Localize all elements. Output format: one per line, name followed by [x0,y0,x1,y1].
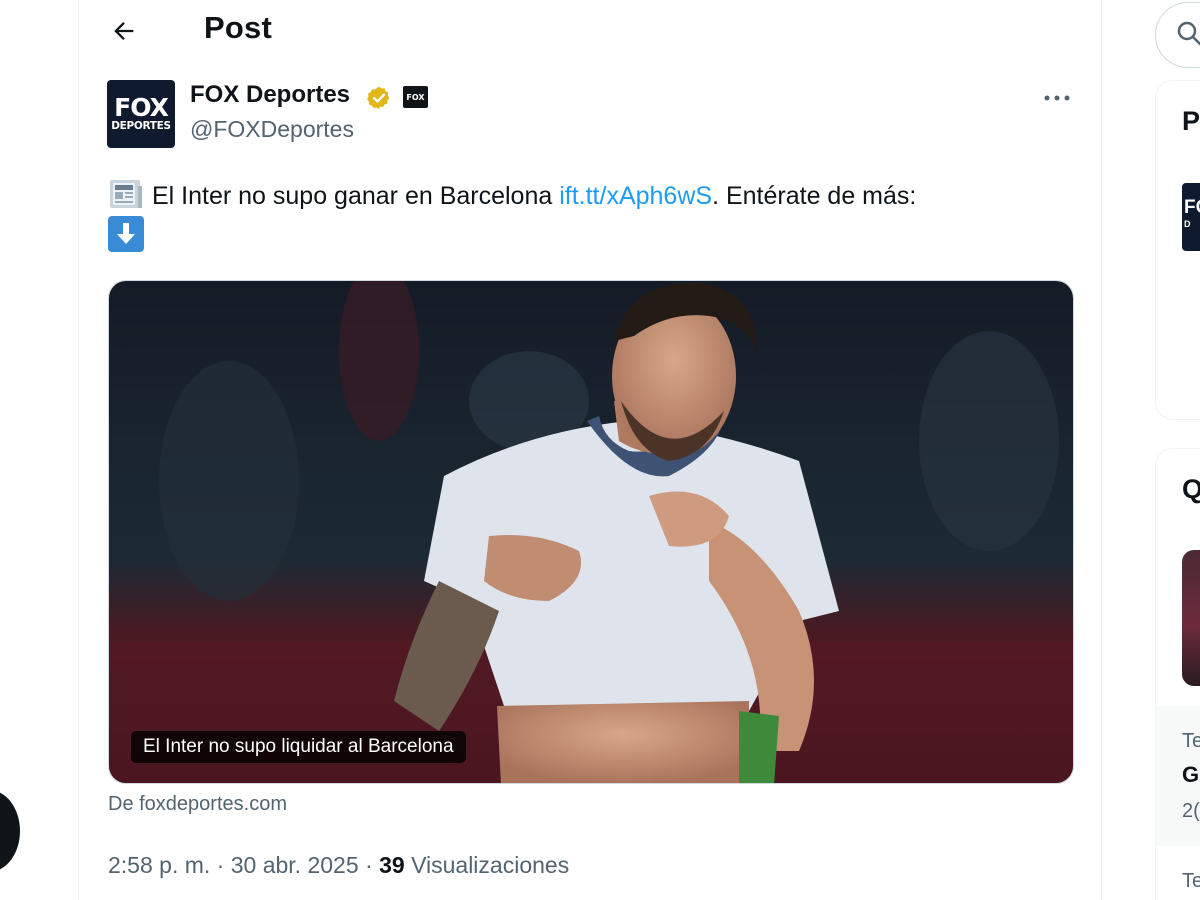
more-dots-icon [1044,95,1070,101]
back-button[interactable] [105,12,143,50]
app-page: Post FOX DEPORTES FOX Deportes FOX @FOXD… [0,0,1200,900]
author-handle[interactable]: @FOXDeportes [190,116,354,143]
post-date[interactable]: 30 abr. 2025 [231,852,359,878]
avatar-logo-text: FOX [114,93,169,122]
sidebar-panel2-title: Q [1182,474,1200,504]
post-link[interactable]: ift.tt/xAph6wS [559,182,712,210]
media-caption: El Inter no supo liquidar al Barcelona [131,731,466,763]
meta-separator: · [216,852,225,878]
sidebar-thumb-logo-sub: D [1184,219,1191,229]
avatar-logo-subtext: DEPORTES [111,120,171,132]
post-meta: 2:58 p. m. · 30 abr. 2025 · 39 Visualiza… [108,852,569,879]
trend-meta-2: Te [1182,870,1200,892]
trend-subtext: 2( [1182,800,1200,822]
post-text-part2: . Entérate de más: [712,182,917,210]
verified-badge-icon [367,86,390,110]
search-icon [1177,21,1200,46]
back-arrow-icon [114,22,134,40]
sidebar-thumbnail[interactable]: FOX D [1182,183,1200,251]
more-options-button[interactable] [1037,83,1077,113]
trend-meta: Te [1182,730,1200,752]
views-count: 39 [379,852,405,878]
newspaper-icon [108,176,144,212]
player-photo [109,281,1073,783]
post-column: Post FOX DEPORTES FOX Deportes FOX @FOXD… [78,0,1102,900]
meta-separator: · [365,852,373,878]
sidebar-story-image[interactable] [1182,550,1200,686]
link-card-image[interactable]: El Inter no supo liquidar al Barcelona [108,280,1074,784]
trend-title: G [1182,762,1200,787]
page-title: Post [204,10,272,45]
post-text: El Inter no supo ganar en Barcelona ift.… [108,176,1078,256]
affiliate-badge[interactable]: FOX [403,86,428,108]
post-time[interactable]: 2:58 p. m. [108,852,210,878]
author-name[interactable]: FOX Deportes [190,81,350,109]
sidebar-thumb-logo: FOX [1184,197,1200,218]
affiliate-logo-text: FOX [406,92,425,102]
compose-post-button[interactable] [0,790,20,872]
views-label: Visualizaciones [411,852,570,878]
top-bar: Post [79,0,1101,62]
sidebar-panel-title: P [1182,106,1200,136]
down-arrow-icon [108,216,144,252]
card-source[interactable]: De foxdeportes.com [108,793,287,816]
post-text-part1: El Inter no supo ganar en Barcelona [152,182,560,210]
author-avatar[interactable]: FOX DEPORTES [107,80,175,148]
